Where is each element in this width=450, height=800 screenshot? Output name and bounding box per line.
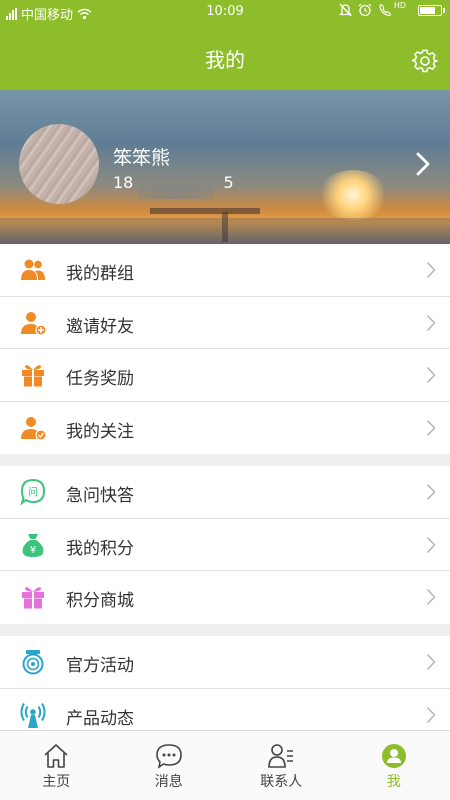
tab-label: 消息: [154, 774, 183, 790]
gift-icon: [22, 365, 44, 387]
menu-item-my-points[interactable]: ¥ 我的积分: [0, 519, 450, 571]
product-news-icon: [20, 702, 46, 728]
top-bar: 我的: [0, 24, 450, 90]
tab-contacts[interactable]: 联系人: [225, 731, 338, 800]
chevron-right-icon: [426, 261, 436, 279]
group-icon: [21, 259, 45, 280]
menu-group-social: 我的群组 邀请好友 任务奖励 我的关注: [0, 244, 450, 454]
menu-item-official-activities[interactable]: 官方活动: [0, 636, 450, 689]
menu-item-label: 产品动态: [66, 708, 134, 729]
menu-item-invite-friends[interactable]: 邀请好友: [0, 297, 450, 349]
chevron-right-icon[interactable]: [416, 152, 430, 176]
profile-header[interactable]: 笨笨熊 18 5: [0, 90, 450, 244]
invite-friend-icon: [21, 311, 47, 336]
menu-item-task-rewards[interactable]: 任务奖励: [0, 349, 450, 402]
tab-home[interactable]: 主页: [0, 731, 113, 800]
tab-messages[interactable]: 消息: [113, 731, 226, 800]
points-mall-icon: [22, 587, 44, 609]
home-icon: [44, 744, 68, 768]
chevron-right-icon: [426, 706, 436, 723]
status-right: HD: [338, 0, 445, 17]
avatar[interactable]: [19, 124, 99, 204]
hd-badge: HD: [393, 0, 406, 10]
menu-item-points-mall[interactable]: 积分商城: [0, 571, 450, 624]
background-pier: [150, 208, 260, 214]
menu-item-label: 任务奖励: [66, 369, 134, 389]
tab-label: 我: [386, 774, 401, 790]
profile-name: 笨笨熊: [113, 147, 171, 169]
menu-item-my-groups[interactable]: 我的群组: [0, 244, 450, 297]
chevron-right-icon: [426, 366, 436, 384]
follow-icon: [21, 416, 47, 441]
chevron-right-icon: [426, 314, 436, 331]
menu-item-label: 官方活动: [66, 656, 134, 676]
phone-redaction: [138, 185, 214, 199]
chevron-right-icon: [426, 653, 436, 671]
menu-item-label: 急问快答: [66, 486, 134, 506]
battery-icon: [418, 4, 445, 16]
chevron-right-icon: [426, 536, 436, 553]
phone-prefix: 18: [113, 173, 134, 192]
chevron-right-icon: [426, 483, 436, 501]
gear-icon[interactable]: [412, 48, 438, 74]
sunset-sun: [318, 170, 388, 220]
points-bag-icon: ¥: [22, 533, 44, 557]
background-pier-post: [222, 212, 228, 242]
tab-me[interactable]: 我: [338, 731, 450, 800]
contacts-icon: [268, 744, 294, 768]
menu-item-label: 我的关注: [66, 421, 134, 442]
alarm-icon: [358, 3, 372, 17]
page-title: 我的: [205, 48, 245, 72]
chevron-right-icon: [426, 419, 436, 436]
menu-item-label: 我的积分: [66, 538, 134, 559]
official-activity-icon: [22, 650, 44, 675]
menu-item-label: 邀请好友: [66, 316, 134, 337]
message-icon: [155, 744, 182, 769]
bottom-tab-bar: 主页 消息 联系人 我: [0, 730, 450, 800]
mute-bell-icon: [338, 3, 352, 17]
tab-label: 主页: [42, 774, 71, 790]
hd-call-icon: [379, 4, 391, 17]
menu-group-news: 官方活动 产品动态: [0, 636, 450, 741]
svg-text:问: 问: [28, 486, 38, 499]
svg-text:¥: ¥: [30, 545, 36, 556]
me-icon: [381, 744, 406, 768]
menu-item-my-follows[interactable]: 我的关注: [0, 402, 450, 455]
menu-item-quick-answer[interactable]: 问 急问快答: [0, 466, 450, 519]
status-bar: 中国移动 10:09 HD: [0, 0, 450, 24]
chevron-right-icon: [426, 588, 436, 606]
menu-item-label: 我的群组: [66, 264, 134, 284]
menu-item-label: 积分商城: [66, 591, 134, 611]
phone-suffix: 5: [223, 173, 234, 192]
tab-label: 联系人: [260, 774, 303, 790]
quick-question-icon: 问: [20, 478, 46, 506]
menu-group-points: 问 急问快答 ¥ 我的积分 积分商城: [0, 466, 450, 624]
